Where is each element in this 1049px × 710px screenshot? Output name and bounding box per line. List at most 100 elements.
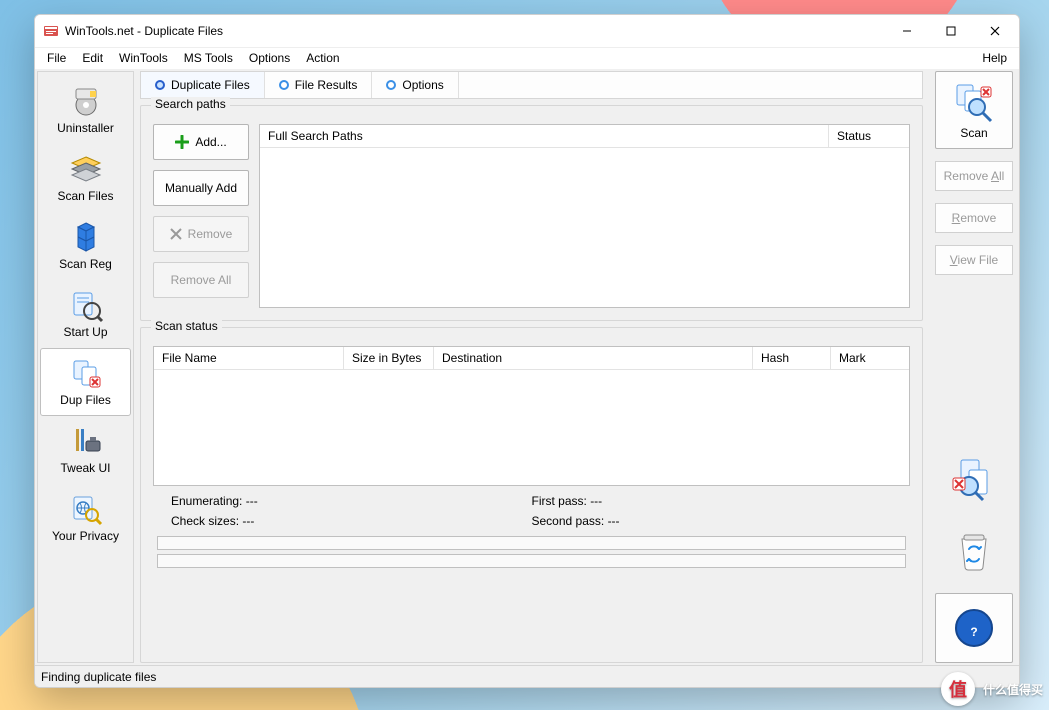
group-legend: Search paths bbox=[151, 97, 230, 111]
uninstaller-icon bbox=[68, 83, 104, 119]
col-status[interactable]: Status bbox=[829, 125, 909, 147]
search-paths-list[interactable]: Full Search Paths Status bbox=[259, 124, 910, 308]
button-label: Remove All bbox=[944, 169, 1005, 183]
scan-counters: Enumerating: --- First pass: --- Check s… bbox=[153, 486, 910, 534]
workspace: Uninstaller Scan Files Scan Reg Start Up… bbox=[35, 69, 1019, 665]
enumerating-value: --- bbox=[246, 494, 258, 508]
secondpass-value: --- bbox=[608, 514, 620, 528]
firstpass-value: --- bbox=[590, 494, 602, 508]
checksizes-label: Check sizes: bbox=[171, 514, 239, 528]
menu-help[interactable]: Help bbox=[974, 48, 1015, 69]
button-label: Add... bbox=[195, 135, 226, 149]
sidebar-item-label: Tweak UI bbox=[60, 461, 110, 475]
close-button[interactable] bbox=[973, 16, 1017, 46]
minimize-button[interactable] bbox=[885, 16, 929, 46]
manually-add-button[interactable]: Manually Add bbox=[153, 170, 249, 206]
group-legend: Scan status bbox=[151, 319, 222, 333]
remove-all-button[interactable]: Remove All bbox=[935, 161, 1013, 191]
app-window: WinTools.net - Duplicate Files File Edit… bbox=[34, 14, 1020, 688]
radio-dot-icon bbox=[279, 80, 289, 90]
window-title: WinTools.net - Duplicate Files bbox=[65, 24, 885, 38]
progress-bar-2 bbox=[157, 554, 906, 568]
enumerating-label: Enumerating: bbox=[171, 494, 242, 508]
delete-selected-icon-button[interactable] bbox=[935, 449, 1013, 509]
recycle-bin-icon bbox=[956, 531, 992, 571]
tools-icon bbox=[68, 423, 104, 459]
col-size[interactable]: Size in Bytes bbox=[344, 347, 434, 369]
view-file-button[interactable]: View File bbox=[935, 245, 1013, 275]
help-icon: ? bbox=[952, 606, 996, 650]
col-destination[interactable]: Destination bbox=[434, 347, 753, 369]
tab-label: File Results bbox=[295, 78, 358, 92]
menu-wintools[interactable]: WinTools bbox=[111, 48, 176, 69]
button-label: View File bbox=[950, 253, 998, 267]
firstpass-row: First pass: --- bbox=[532, 494, 893, 508]
tab-file-results[interactable]: File Results bbox=[265, 72, 373, 98]
recycle-bin-icon-button[interactable] bbox=[935, 521, 1013, 581]
checksizes-row: Check sizes: --- bbox=[171, 514, 532, 528]
col-file-name[interactable]: File Name bbox=[154, 347, 344, 369]
tab-label: Duplicate Files bbox=[171, 78, 250, 92]
tab-options[interactable]: Options bbox=[372, 72, 458, 98]
titlebar: WinTools.net - Duplicate Files bbox=[35, 15, 1019, 47]
menu-action[interactable]: Action bbox=[298, 48, 347, 69]
menu-mstools[interactable]: MS Tools bbox=[176, 48, 241, 69]
main-column: Duplicate Files File Results Options Sea… bbox=[134, 69, 929, 665]
sidebar-item-startup[interactable]: Start Up bbox=[40, 280, 131, 348]
progress-bar-1 bbox=[157, 536, 906, 550]
radio-dot-icon bbox=[155, 80, 165, 90]
col-hash[interactable]: Hash bbox=[753, 347, 831, 369]
maximize-button[interactable] bbox=[929, 16, 973, 46]
sidebar-item-scan-files[interactable]: Scan Files bbox=[40, 144, 131, 212]
enumerating-row: Enumerating: --- bbox=[171, 494, 532, 508]
button-label: Scan bbox=[960, 126, 987, 140]
sidebar-item-privacy[interactable]: Your Privacy bbox=[40, 484, 131, 552]
dup-files-icon bbox=[68, 355, 104, 391]
button-label: Manually Add bbox=[165, 181, 237, 195]
files-stack-icon bbox=[68, 151, 104, 187]
help-button[interactable]: ? bbox=[935, 593, 1013, 663]
menu-options[interactable]: Options bbox=[241, 48, 298, 69]
sidebar-item-label: Start Up bbox=[63, 325, 107, 339]
menu-file[interactable]: File bbox=[39, 48, 74, 69]
sidebar-item-dup-files[interactable]: Dup Files bbox=[40, 348, 131, 416]
remove-all-paths-button[interactable]: Remove All bbox=[153, 262, 249, 298]
secondpass-row: Second pass: --- bbox=[532, 514, 893, 528]
secondpass-label: Second pass: bbox=[532, 514, 605, 528]
watermark-text: 什么值得买 bbox=[983, 681, 1043, 698]
watermark-badge-icon: 值 bbox=[941, 672, 975, 706]
list-header: Full Search Paths Status bbox=[260, 125, 909, 148]
sidebar-item-uninstaller[interactable]: Uninstaller bbox=[40, 76, 131, 144]
sidebar-item-scan-reg[interactable]: Scan Reg bbox=[40, 212, 131, 280]
scan-status-list[interactable]: File Name Size in Bytes Destination Hash… bbox=[153, 346, 910, 486]
menubar: File Edit WinTools MS Tools Options Acti… bbox=[35, 47, 1019, 69]
right-actions: Scan Remove All Remove View File bbox=[929, 69, 1019, 665]
sidebar-item-label: Scan Files bbox=[57, 189, 113, 203]
app-icon bbox=[43, 23, 59, 39]
add-path-button[interactable]: Add... bbox=[153, 124, 249, 160]
remove-path-button[interactable]: Remove bbox=[153, 216, 249, 252]
watermark: 值 什么值得买 bbox=[941, 672, 1043, 706]
startup-icon bbox=[68, 287, 104, 323]
svg-text:?: ? bbox=[970, 625, 977, 639]
sidebar-item-label: Scan Reg bbox=[59, 257, 112, 271]
tab-label: Options bbox=[402, 78, 443, 92]
col-full-search-paths[interactable]: Full Search Paths bbox=[260, 125, 829, 147]
statusbar: Finding duplicate files bbox=[35, 665, 1019, 687]
scan-button[interactable]: Scan bbox=[935, 71, 1013, 149]
statusbar-text: Finding duplicate files bbox=[41, 670, 156, 684]
privacy-icon bbox=[68, 491, 104, 527]
button-label: Remove bbox=[188, 227, 233, 241]
col-mark[interactable]: Mark bbox=[831, 347, 909, 369]
tab-duplicate-files[interactable]: Duplicate Files bbox=[141, 72, 265, 98]
firstpass-label: First pass: bbox=[532, 494, 587, 508]
sidebar-item-label: Uninstaller bbox=[57, 121, 114, 135]
x-icon bbox=[170, 228, 182, 240]
remove-button[interactable]: Remove bbox=[935, 203, 1013, 233]
menu-edit[interactable]: Edit bbox=[74, 48, 111, 69]
search-paths-group: Search paths Add... Manually Add Remove bbox=[140, 105, 923, 321]
scan-status-group: Scan status File Name Size in Bytes Dest… bbox=[140, 327, 923, 663]
sidebar-item-label: Your Privacy bbox=[52, 529, 119, 543]
sidebar-item-tweak-ui[interactable]: Tweak UI bbox=[40, 416, 131, 484]
tabstrip: Duplicate Files File Results Options bbox=[140, 71, 923, 99]
